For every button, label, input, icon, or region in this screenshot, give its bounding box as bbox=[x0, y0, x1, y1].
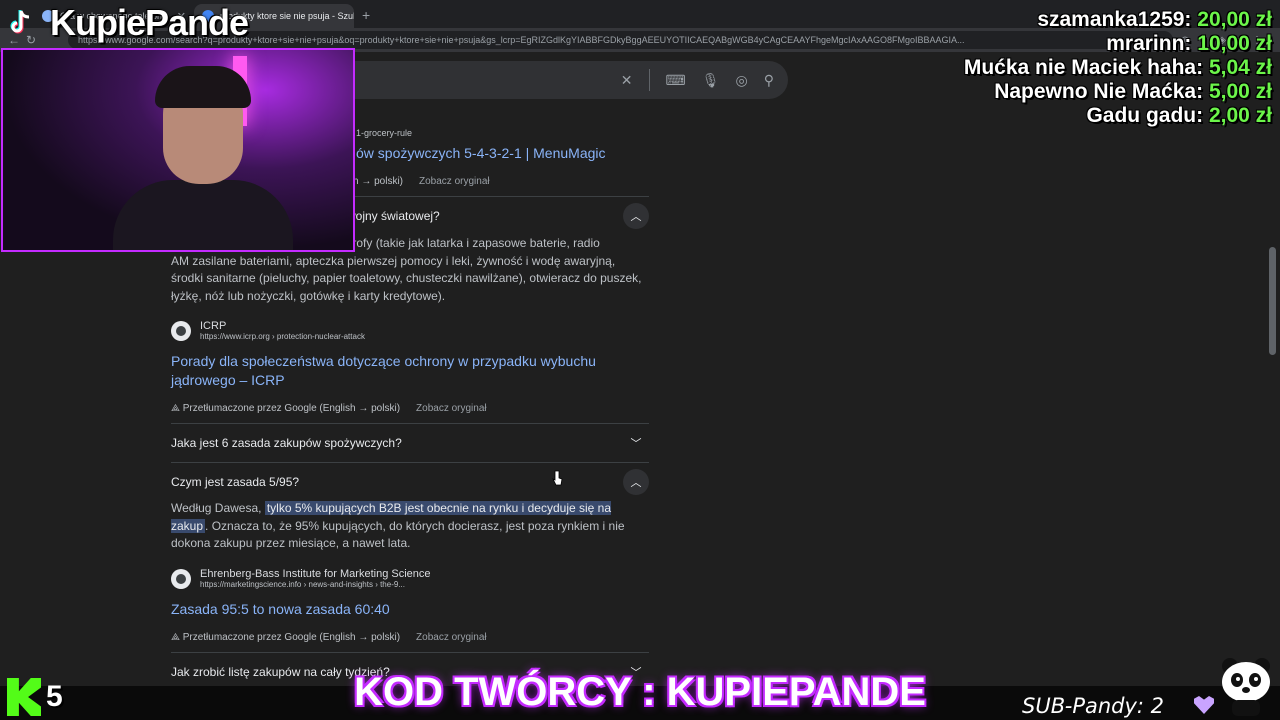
answer-text: Według Dawesa, tylko 5% kupujących B2B j… bbox=[171, 500, 649, 553]
clear-search-icon[interactable]: ✕ bbox=[621, 72, 633, 89]
result-source[interactable]: Ehrenberg-Bass Institute for Marketing S… bbox=[171, 568, 431, 589]
sub-counter: SUB-Pandy: 2 bbox=[1022, 694, 1165, 718]
page-scrollbar[interactable] bbox=[1269, 247, 1276, 355]
webcam-feed bbox=[1, 48, 355, 252]
result-source[interactable]: ICRP https://www.icrp.org › protection-n… bbox=[171, 320, 365, 341]
translated-by-label: ⟁ Przetłumaczone przez Google (English →… bbox=[171, 632, 401, 643]
source-name: Ehrenberg-Bass Institute for Marketing S… bbox=[200, 568, 431, 580]
see-original-link[interactable]: Zobacz oryginał bbox=[419, 176, 490, 187]
translated-by-label: h → polski) bbox=[353, 176, 404, 187]
donation-entry: szamanka1259: 20,00 zł bbox=[1037, 8, 1272, 31]
kick-viewer-count: 5 bbox=[46, 680, 63, 713]
see-original-link[interactable]: Zobacz oryginał bbox=[416, 632, 487, 643]
streamer-headphones bbox=[155, 66, 251, 108]
answer-intro: Według Dawesa, bbox=[171, 501, 265, 515]
panda-mascot-icon bbox=[1222, 658, 1270, 716]
source-url: https://www.icrp.org › protection-nuclea… bbox=[200, 332, 365, 341]
chevron-up-icon[interactable]: ︿ bbox=[623, 202, 649, 229]
donation-entry: mrarinn: 10,00 zł bbox=[1106, 32, 1272, 55]
source-name: ICRP bbox=[200, 320, 227, 332]
question-text: Czym jest zasada 5/95? bbox=[171, 474, 300, 489]
search-icon[interactable]: ⚲ bbox=[764, 72, 774, 89]
question-text: Jaka jest 6 zasada zakupów spożywczych? bbox=[171, 435, 402, 450]
question-row[interactable]: Czym jest zasada 5/95? ︿ bbox=[171, 462, 649, 500]
donation-entry: Gadu gadu: 2,00 zł bbox=[1086, 104, 1272, 127]
translation-note: ⟁ Przetłumaczone przez Google (English →… bbox=[171, 403, 487, 414]
tiktok-logo-icon bbox=[10, 10, 30, 34]
see-original-link[interactable]: Zobacz oryginał bbox=[416, 403, 487, 414]
new-tab-button[interactable]: + bbox=[362, 7, 370, 23]
result-title-link[interactable]: Zasada 95:5 to nowa zasada 60:40 bbox=[171, 600, 649, 619]
channel-logo-text: KupiePande bbox=[50, 2, 249, 43]
result-title[interactable]: ów spożywczych 5-4-3-2-1 | MenuMagic bbox=[356, 144, 656, 163]
lens-camera-icon[interactable]: ◎ bbox=[736, 72, 748, 89]
donation-entry: Napewno Nie Maćka: 5,00 zł bbox=[994, 80, 1272, 103]
chevron-up-icon[interactable]: ︿ bbox=[623, 468, 649, 495]
donation-list: szamanka1259: 20,00 zł mrarinn: 10,00 zł… bbox=[964, 8, 1272, 128]
globe-favicon-icon bbox=[171, 320, 191, 341]
question-row[interactable]: Jaka jest 6 zasada zakupów spożywczych? … bbox=[171, 423, 649, 461]
streamer-body bbox=[113, 180, 293, 250]
search-divider bbox=[648, 69, 650, 91]
search-box[interactable]: ✕ ⌨ 🎙 ◎ ⚲ bbox=[330, 61, 788, 99]
donation-entry: Mućka nie Maciek haha: 5,04 zł bbox=[963, 56, 1272, 79]
screen: Gra w chowanego telefonu ✕ produkty ktor… bbox=[0, 0, 1280, 720]
translation-note: h → polski) Zobacz oryginał bbox=[353, 176, 653, 187]
institute-favicon-icon bbox=[171, 568, 191, 589]
answer-rest: . Oznacza to, że 95% kupujących, do któr… bbox=[171, 518, 625, 551]
keyboard-icon[interactable]: ⌨ bbox=[666, 72, 686, 89]
result-title-link[interactable]: Porady dla społeczeństwa dotyczące ochro… bbox=[171, 352, 649, 390]
microphone-icon[interactable]: 🎙 bbox=[702, 72, 720, 89]
source-url: https://marketingscience.info › news-and… bbox=[200, 580, 405, 589]
translation-note: ⟁ Przetłumaczone przez Google (English →… bbox=[171, 632, 487, 643]
creator-code-banner: KOD TWÓRCY : KUPIEPANDE bbox=[354, 670, 926, 714]
answer-body: AM zasilane bateriami, apteczka pierwsze… bbox=[171, 253, 642, 303]
mouse-cursor-icon bbox=[552, 470, 563, 486]
translated-by-label: ⟁ Przetłumaczone przez Google (English →… bbox=[171, 403, 401, 414]
chevron-down-icon[interactable]: ﹀ bbox=[623, 430, 649, 456]
result-url[interactable]: 1-grocery-rule bbox=[356, 128, 656, 138]
